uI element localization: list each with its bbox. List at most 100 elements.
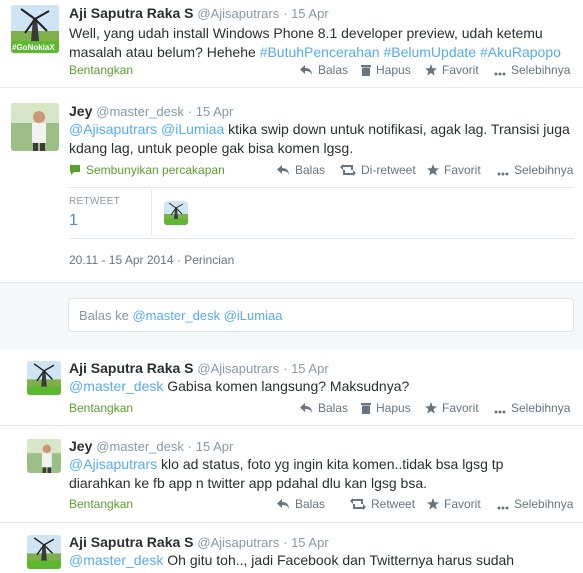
retweet-stat-label: RETWEET xyxy=(69,196,120,207)
hide-conversation-link[interactable]: Sembunyikan percakapan xyxy=(69,163,225,177)
tweet-5[interactable]: Aji Saputra Raka S @Ajisaputrars · 15 Ap… xyxy=(0,523,583,573)
reply-prefix: Balas ke xyxy=(79,308,133,323)
reply-input[interactable]: Balas ke @master_desk @iLumiaa xyxy=(68,298,574,332)
retweet-count[interactable]: 1 xyxy=(69,212,78,230)
avatar[interactable]: #GoNokiaX xyxy=(11,5,59,53)
author-handle[interactable]: @Ajisaputrars xyxy=(197,535,279,550)
more-button[interactable]: Selebihnya xyxy=(497,163,573,177)
author-name[interactable]: Aji Saputra Raka S xyxy=(69,360,194,376)
delete-button[interactable]: Hapus xyxy=(361,63,411,77)
tweet-time[interactable]: 15 Apr xyxy=(196,104,234,119)
favorite-button[interactable]: Favorit xyxy=(427,497,481,511)
avatar[interactable] xyxy=(27,361,61,395)
favorite-button[interactable]: Favorit xyxy=(425,63,479,77)
author-name[interactable]: Aji Saputra Raka S xyxy=(69,534,194,550)
reply-button[interactable]: Balas xyxy=(276,497,325,511)
expand-link[interactable]: Bentangkan xyxy=(69,497,133,511)
author-handle[interactable]: @master_desk xyxy=(96,104,184,119)
mentions[interactable]: @Ajisaputrars @iLumiaa xyxy=(69,121,224,137)
more-button[interactable]: Selebihnya xyxy=(497,497,573,511)
avatar-label: #GoNokiaX xyxy=(12,43,55,52)
more-icon xyxy=(497,172,509,176)
tweet-text: @master_desk Oh gitu toh.., jadi Faceboo… xyxy=(69,551,574,570)
favorite-label: Favorit xyxy=(442,63,479,77)
trash-icon xyxy=(361,65,371,76)
tweet-text: Well, yang udah install Windows Phone 8.… xyxy=(69,24,574,62)
tweet-time[interactable]: 15 Apr xyxy=(291,535,329,550)
delete-button[interactable]: Hapus xyxy=(361,401,411,415)
reply-label: Balas xyxy=(295,497,326,511)
expand-link[interactable]: Bentangkan xyxy=(69,401,133,415)
more-icon xyxy=(494,72,506,76)
author-name[interactable]: Jey xyxy=(69,438,92,454)
author-name[interactable]: Aji Saputra Raka S xyxy=(69,5,194,21)
reply-label: Balas xyxy=(318,63,349,77)
reply-label: Balas xyxy=(318,401,349,415)
author-handle[interactable]: @Ajisaputrars xyxy=(197,361,279,376)
trash-icon xyxy=(361,403,371,414)
reply-mentions: @master_desk @iLumiaa xyxy=(132,308,283,323)
stat-divider xyxy=(151,190,152,235)
reply-icon xyxy=(300,65,312,75)
avatar[interactable] xyxy=(11,103,59,151)
favorite-label: Favorit xyxy=(442,401,479,415)
retweeted-label: Di-retweet xyxy=(361,163,416,177)
separator-dot: · xyxy=(283,6,292,21)
author-handle[interactable]: @master_desk xyxy=(96,439,184,454)
retweet-icon xyxy=(350,498,366,510)
author-handle[interactable]: @Ajisaputrars xyxy=(197,6,279,21)
separator-dot: · xyxy=(283,535,292,550)
tweet-1[interactable]: #GoNokiaX Aji Saputra Raka S @Ajisaputra… xyxy=(0,0,583,88)
tweet-time[interactable]: 15 Apr xyxy=(291,361,329,376)
more-icon xyxy=(494,410,506,414)
tweet-text: @Ajisaputrars klo ad status, foto yg ing… xyxy=(69,455,509,493)
more-button[interactable]: Selebihnya xyxy=(494,401,570,415)
avatar[interactable] xyxy=(27,535,61,569)
expand-link[interactable]: Bentangkan xyxy=(69,63,133,77)
tweet-text: @Ajisaputrars @iLumiaa ktika swip down u… xyxy=(69,120,579,158)
favorite-button[interactable]: Favorit xyxy=(425,401,479,415)
favorite-label: Favorit xyxy=(444,497,481,511)
more-label: Selebihnya xyxy=(511,401,571,415)
details-link[interactable]: Perincian xyxy=(184,253,234,267)
mention[interactable]: @Ajisaputrars xyxy=(69,456,157,472)
retweeted-button[interactable]: Di-retweet xyxy=(340,163,416,177)
retweet-button[interactable]: Retweet xyxy=(350,497,415,511)
divider xyxy=(69,187,574,188)
tweet-text-plain: Oh gitu toh.., jadi Facebook dan Twitter… xyxy=(163,552,515,568)
tweet-time[interactable]: 15 Apr xyxy=(196,439,234,454)
more-label: Selebihnya xyxy=(514,163,574,177)
reply-button[interactable]: Balas xyxy=(299,63,348,77)
delete-label: Hapus xyxy=(376,63,411,77)
mention[interactable]: @master_desk xyxy=(69,378,163,394)
full-timestamp[interactable]: 20.11 - 15 Apr 2014 xyxy=(69,253,174,267)
tweet-text-plain: Gabisa komen langsung? Maksudnya? xyxy=(163,378,410,394)
tweet-time[interactable]: 15 Apr xyxy=(291,6,329,21)
tweet-3[interactable]: Aji Saputra Raka S @Ajisaputrars · 15 Ap… xyxy=(0,350,583,426)
mention[interactable]: @master_desk xyxy=(69,552,163,568)
avatar[interactable] xyxy=(27,439,61,473)
tweet-meta: 20.11 - 15 Apr 2014 · Perincian xyxy=(69,253,234,267)
favorite-button[interactable]: Favorit xyxy=(427,163,481,177)
star-icon xyxy=(427,164,439,176)
favorite-label: Favorit xyxy=(444,163,481,177)
separator-dot: · xyxy=(187,104,196,119)
author-name[interactable]: Jey xyxy=(69,103,92,119)
tweet-text: @master_desk Gabisa komen langsung? Maks… xyxy=(69,377,574,396)
divider xyxy=(69,238,574,239)
hashtags[interactable]: #ButuhPencerahan #BelumUpdate #AkuRapopo xyxy=(260,44,561,60)
reply-button[interactable]: Balas xyxy=(299,401,348,415)
reply-icon xyxy=(277,499,289,509)
more-label: Selebihnya xyxy=(514,497,574,511)
separator-dot: · xyxy=(187,439,196,454)
retweet-label: Retweet xyxy=(371,497,416,511)
reply-label: Balas xyxy=(295,163,326,177)
tweet-4[interactable]: Jey @master_desk · 15 Apr @Ajisaputrars … xyxy=(0,426,583,523)
star-icon xyxy=(425,64,437,76)
retweeter-avatar[interactable] xyxy=(164,201,188,225)
reply-icon xyxy=(277,165,289,175)
more-button[interactable]: Selebihnya xyxy=(494,63,570,77)
reply-button[interactable]: Balas xyxy=(276,163,325,177)
reply-icon xyxy=(300,403,312,413)
star-icon xyxy=(425,402,437,414)
